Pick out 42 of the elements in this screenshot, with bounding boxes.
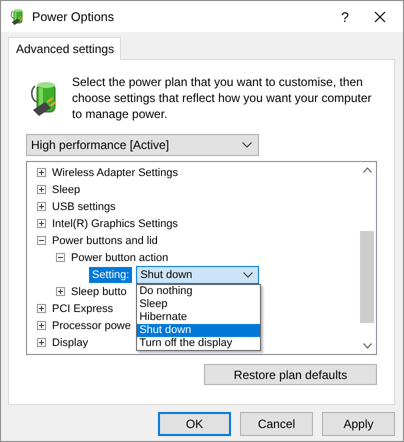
tree-item[interactable]: Wireless Adapter Settings (52, 166, 178, 178)
expand-icon[interactable] (37, 219, 46, 228)
scrollbar-thumb[interactable] (360, 231, 374, 323)
tree-item[interactable]: USB settings (52, 200, 116, 212)
expand-icon[interactable] (37, 321, 46, 330)
tree-item[interactable]: Sleep (52, 184, 80, 196)
scroll-up-icon[interactable] (362, 167, 372, 173)
description-text: Select the power plan that you want to customise, then choose settings that reflect how you want your computer to manage power. (72, 74, 372, 122)
tree-item[interactable]: Display (52, 336, 88, 348)
dialog-button[interactable]: Cancel (240, 412, 313, 436)
tab[interactable]: Advanced settings (8, 37, 122, 60)
tree-item[interactable]: PCI Express (52, 302, 114, 314)
dropdown-option[interactable]: Hibernate (137, 310, 260, 324)
expand-icon[interactable] (37, 202, 46, 211)
dropdown-option[interactable]: Shut down (137, 324, 260, 336)
expand-icon[interactable] (37, 168, 46, 177)
restore-defaults-button[interactable]: Restore plan defaults (204, 364, 377, 385)
dropdown-option[interactable]: Turn off the display (137, 336, 260, 350)
tree-item[interactable]: Intel(R) Graphics Settings (52, 218, 178, 230)
dropdown-option[interactable]: Sleep (137, 298, 260, 310)
dialog-button[interactable]: Apply (322, 412, 395, 436)
scroll-down-icon[interactable] (362, 343, 372, 349)
tree-item[interactable]: Power buttons and lid (52, 234, 158, 246)
collapse-icon[interactable] (37, 236, 46, 245)
tree-item[interactable]: Power button action (71, 252, 168, 264)
tree-item[interactable]: Processor powe (52, 320, 131, 332)
expand-icon[interactable] (37, 338, 46, 347)
plan-dropdown[interactable]: High performance [Active] (26, 134, 259, 156)
collapse-icon[interactable] (56, 253, 65, 262)
close-icon[interactable] (374, 10, 386, 22)
chevron-icon (243, 272, 254, 278)
setting-label: Setting: (89, 266, 132, 282)
expand-icon[interactable] (37, 304, 46, 313)
help-button[interactable]: ? (322, 8, 368, 24)
ok-button[interactable]: OK (158, 412, 231, 436)
tree-item[interactable]: Sleep butto (71, 286, 127, 298)
window-title: Power Options (32, 10, 115, 24)
expand-icon[interactable] (37, 185, 46, 194)
battery-icon (8, 8, 26, 26)
chevron-icon (242, 142, 252, 148)
dropdown-option[interactable]: Do nothing (137, 284, 260, 298)
expand-icon[interactable] (56, 287, 65, 296)
